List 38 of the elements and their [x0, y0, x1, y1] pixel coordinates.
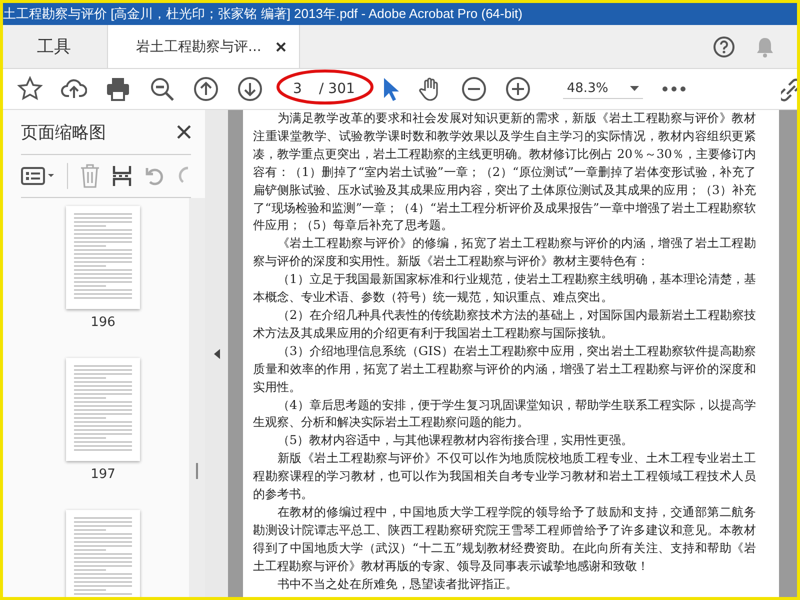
page-thumbnail[interactable]: [66, 358, 140, 461]
zoom-in-icon[interactable]: [504, 76, 531, 102]
window-title: 土工程勘察与评价 [高金川，杜光印；张家铭 编著] 2013年.pdf - Adobe Acrobat Pro (64-bit): [3, 3, 797, 25]
page-count: / 301: [319, 81, 355, 97]
paragraph: 在教材的修编过程中，中国地质大学工程学院的领导给予了鼓励和支持，交通部第二航务勘测设计院谭志平总工、陕西工程勘察研究院王雪琴工程师曾给予了许多建议和意见。本教材得到了中国地质大学（武汉）“十二五”规划教材经费资助。在此向所有关注、支持和帮助《岩土工程勘察与评价》教材再版的专家、领导及同事表示诚挚地感谢和致敬！: [253, 504, 756, 575]
next-page-icon[interactable]: [237, 76, 263, 102]
page-thumbnail[interactable]: [66, 206, 140, 309]
caret-icon: [630, 86, 640, 91]
help-icon[interactable]: [713, 36, 735, 58]
paragraph: （1）立足于我国最新国家标准和行业规范，使岩土工程勘察主线明确，基本理论清楚，基本概念、专业术语、参数（符号）统一规范，知识重点、难点突出。: [253, 271, 756, 306]
print-icon[interactable]: [105, 76, 131, 102]
more-icon[interactable]: [661, 85, 688, 93]
paragraph: （2）在介绍几种具代表性的传统勘察技术方法的基础上，对国际国内最新岩土工程勘察技术方法及其成果应用的介绍更有利于我国岩土工程勘察与国际接轨。: [253, 306, 756, 342]
document-tab[interactable]: 岩土工程勘察与评...: [107, 25, 300, 68]
tab[interactable]: 工具: [15, 25, 93, 68]
paragraph: （5）教材内容适中，与其他课程教材内容衔接合理，实用性更强。: [276, 432, 634, 450]
zoom-out-icon[interactable]: [460, 76, 487, 102]
close-icon[interactable]: [177, 125, 191, 139]
extract-pages-icon[interactable]: [112, 165, 132, 187]
panel-title: 页面缩略图: [21, 122, 106, 144]
page-thumbnail[interactable]: [66, 510, 140, 597]
zoom-dropdown[interactable]: 48.3%: [562, 79, 644, 99]
previous-page-icon[interactable]: [193, 76, 219, 102]
paragraph: 新版《岩土工程勘察与评价》不仅可以作为地质院校地质工程专业、土木工程专业岩土工程勘察课程的学习教材，也可以作为我国相关自考专业学习教材和岩土工程领域工程技术人员的参考书。: [253, 450, 756, 504]
paragraph: 《岩土工程勘察与评价》的修编，拓宽了岩土工程勘察与评价的内涵，增强了岩土工程勘察与评价的深度和实用性。新版《岩土工程勘察与评价》教材主要特色有：: [253, 235, 756, 270]
star-icon[interactable]: [17, 76, 43, 102]
paragraph: （3）介绍地理信息系统（GIS）在岩土工程勘察中应用，突出岩土工程勘察软件提高勘察质量和效率的作用，拓宽了岩土工程勘察与评价的内涵，增强了岩土工程勘察与评价的深度和实用性。: [253, 342, 756, 396]
link-icon[interactable]: [781, 76, 797, 102]
page-number: 197: [90, 467, 116, 482]
collapse-arrow-icon[interactable]: [214, 348, 220, 358]
zoom-out-search-icon[interactable]: [149, 76, 175, 102]
paragraph: 为满足教学改革的要求和社会发展对知识更新的需求，新版《岩土工程勘察与评价》教材注重课堂教学、试验教学课时数和教学效果以及学生自主学习的实际情况，教材内容组织更紧凑，教学重点更突出，岩土工程勘察的主线更明确。教材修订比例占 20％～30％，主要修订内容有：（1）删掉了“室内岩土试验”一章；（2）“原位测试”一章删掉了岩体变形试验，补充了扁铲侧胀试验、压水试验及其成果应用内容，突出了土体原位测试及其成果的应用；（3）补充了“现场检验和监测”一章；（4）“岩土工程分析评价及成果报告”一章中增强了岩土工程勘察软件应用；（5）每章后补充了思考题。: [253, 110, 756, 234]
scrollbar[interactable]: [189, 198, 205, 597]
paragraph: 书中不当之处在所难免，恳望读者批评指正。: [276, 576, 518, 593]
options-menu-icon[interactable]: [21, 167, 55, 185]
close-icon[interactable]: [275, 40, 288, 52]
paragraph: （4）章后思考题的安排，便于学生复习巩固课堂知识，帮助学生联系工程实际，以提高学生观察、分析和解决实际岩土工程勘察问题的能力。: [253, 396, 756, 432]
page-number: 196: [90, 315, 116, 330]
